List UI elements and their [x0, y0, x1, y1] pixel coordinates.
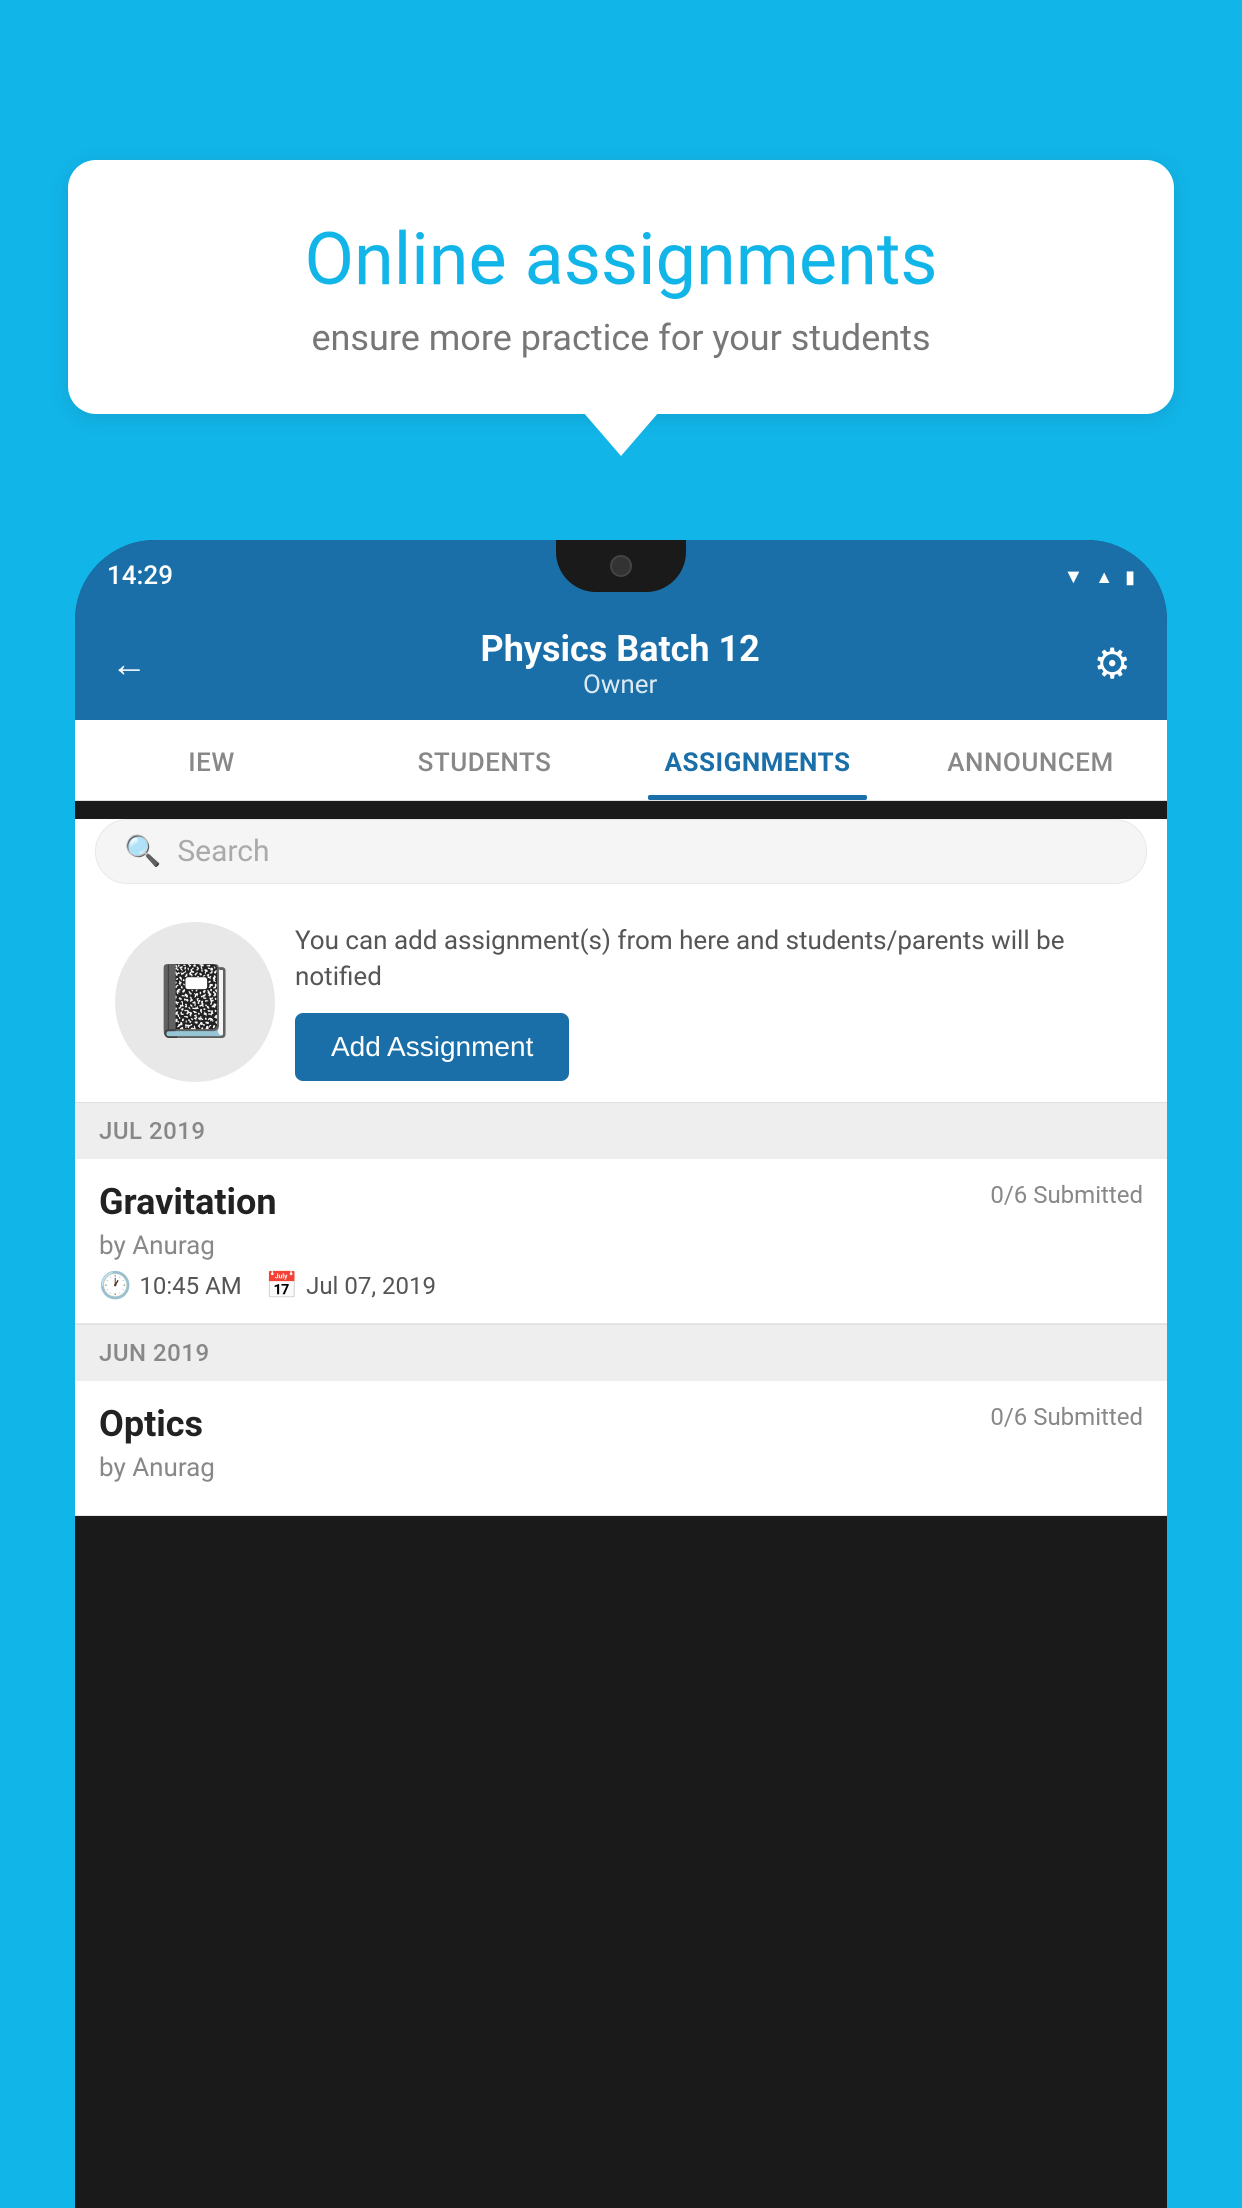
tab-students[interactable]: STUDENTS — [348, 720, 621, 800]
search-placeholder: Search — [177, 834, 269, 869]
app-header: ← Physics Batch 12 Owner ⚙ — [75, 612, 1167, 720]
bubble-subtitle: ensure more practice for your students — [118, 317, 1124, 359]
search-icon: 🔍 — [124, 834, 161, 869]
header-subtitle: Owner — [481, 670, 760, 700]
add-assignment-button[interactable]: Add Assignment — [295, 1013, 569, 1081]
tab-assignments[interactable]: ASSIGNMENTS — [621, 720, 894, 800]
assignment-submitted: 0/6 Submitted — [990, 1181, 1143, 1209]
assignment-date: 📅 Jul 07, 2019 — [266, 1271, 436, 1301]
assignment-item-optics[interactable]: Optics 0/6 Submitted by Anurag — [75, 1381, 1167, 1516]
assignment-by-optics: by Anurag — [99, 1453, 1143, 1483]
assignment-time: 🕐 10:45 AM — [99, 1271, 242, 1301]
calendar-icon: 📅 — [266, 1271, 298, 1301]
notebook-icon: 📓 — [151, 961, 238, 1043]
status-time: 14:29 — [107, 561, 173, 591]
assignment-row-top: Gravitation 0/6 Submitted — [99, 1181, 1143, 1223]
assignment-submitted-optics: 0/6 Submitted — [990, 1403, 1143, 1431]
time-value: 10:45 AM — [139, 1272, 241, 1300]
tabs-bar: IEW STUDENTS ASSIGNMENTS ANNOUNCEM — [75, 720, 1167, 801]
tab-announcements[interactable]: ANNOUNCEM — [894, 720, 1167, 800]
search-bar[interactable]: 🔍 Search — [95, 819, 1147, 884]
header-title: Physics Batch 12 — [481, 628, 760, 670]
assignment-row-top-optics: Optics 0/6 Submitted — [99, 1403, 1143, 1445]
section-header-jul: JUL 2019 — [75, 1102, 1167, 1159]
assignment-by: by Anurag — [99, 1231, 1143, 1261]
status-bar: 14:29 — [75, 540, 1167, 612]
assignment-name: Gravitation — [99, 1181, 277, 1223]
clock-icon: 🕐 — [99, 1271, 131, 1301]
promo-text: You can add assignment(s) from here and … — [295, 923, 1127, 1082]
section-header-jun: JUN 2019 — [75, 1324, 1167, 1381]
date-value: Jul 07, 2019 — [306, 1272, 436, 1300]
tab-iew[interactable]: IEW — [75, 720, 348, 800]
back-button[interactable]: ← — [111, 643, 147, 685]
wifi-icon — [1063, 564, 1083, 589]
battery-icon — [1125, 564, 1135, 589]
assignment-name-optics: Optics — [99, 1403, 203, 1445]
settings-icon[interactable]: ⚙ — [1093, 639, 1131, 689]
promo-icon-circle: 📓 — [115, 922, 275, 1082]
promo-description: You can add assignment(s) from here and … — [295, 923, 1127, 996]
speech-bubble: Online assignments ensure more practice … — [68, 160, 1174, 414]
assignment-item-gravitation[interactable]: Gravitation 0/6 Submitted by Anurag 🕐 10… — [75, 1159, 1167, 1324]
signal-icon — [1095, 564, 1113, 589]
promo-card: 📓 You can add assignment(s) from here an… — [95, 902, 1147, 1102]
header-center: Physics Batch 12 Owner — [481, 628, 760, 700]
phone-frame: 14:29 ← Physics Batch 12 Owner ⚙ IEW STU… — [75, 540, 1167, 2208]
status-icons — [1063, 564, 1135, 589]
camera — [610, 555, 632, 577]
phone-content: 🔍 Search 📓 You can add assignment(s) fro… — [75, 819, 1167, 1516]
bubble-title: Online assignments — [118, 220, 1124, 299]
assignment-meta: 🕐 10:45 AM 📅 Jul 07, 2019 — [99, 1271, 1143, 1301]
phone-notch — [556, 540, 686, 592]
